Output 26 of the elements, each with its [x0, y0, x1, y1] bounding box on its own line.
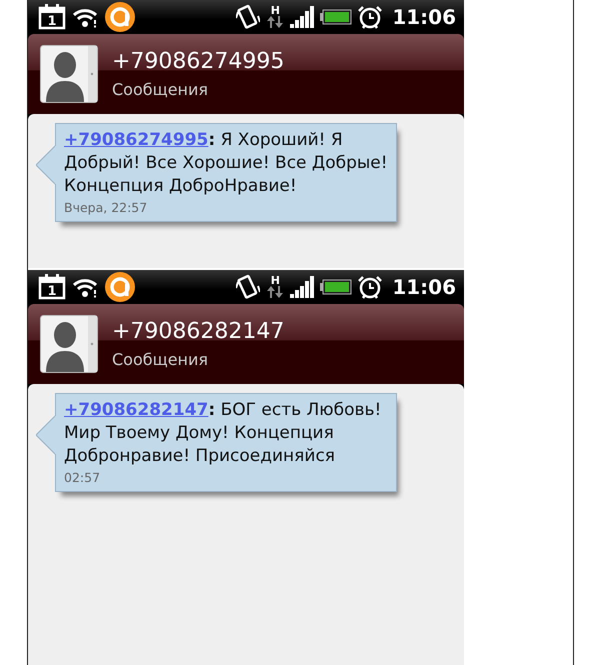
calendar-icon: 1	[38, 274, 66, 300]
header-subtitle: Сообщения	[112, 80, 210, 99]
avatar-icon	[40, 45, 98, 103]
message-time: Вчера, 22:57	[64, 200, 148, 215]
status-time: 11:06	[392, 274, 456, 298]
header-subtitle: Сообщения	[112, 350, 210, 369]
avatar-icon	[40, 315, 98, 373]
alarm-icon	[358, 4, 382, 28]
alarm-icon	[358, 274, 382, 298]
message-time: 02:57	[64, 470, 102, 485]
sender-link[interactable]: +79086282147	[64, 400, 208, 420]
status-time: 11:06	[392, 4, 456, 28]
calendar-icon: 1	[38, 4, 66, 30]
battery-icon	[320, 278, 352, 294]
signal-icon	[290, 276, 314, 298]
app-icon	[104, 0, 136, 32]
message-text: +79086282147: БОГ есть Любовь!Мир Твоему Дому! Концепция Добронравие! Присоединяйся	[64, 399, 382, 468]
sender-link[interactable]: +79086274995	[64, 130, 208, 150]
message-text: +79086274995: Я Хороший! Я Добрый! Все Хорошие! Все Добрые! Концепция ДоброНравие!	[64, 129, 388, 198]
contact-number: +79086282147	[112, 319, 284, 344]
battery-icon	[320, 8, 352, 24]
vibrate-icon	[236, 274, 260, 300]
contact-number: +79086274995	[112, 49, 284, 74]
app-icon	[104, 270, 136, 302]
vibrate-icon	[236, 4, 260, 30]
signal-icon	[290, 6, 314, 28]
